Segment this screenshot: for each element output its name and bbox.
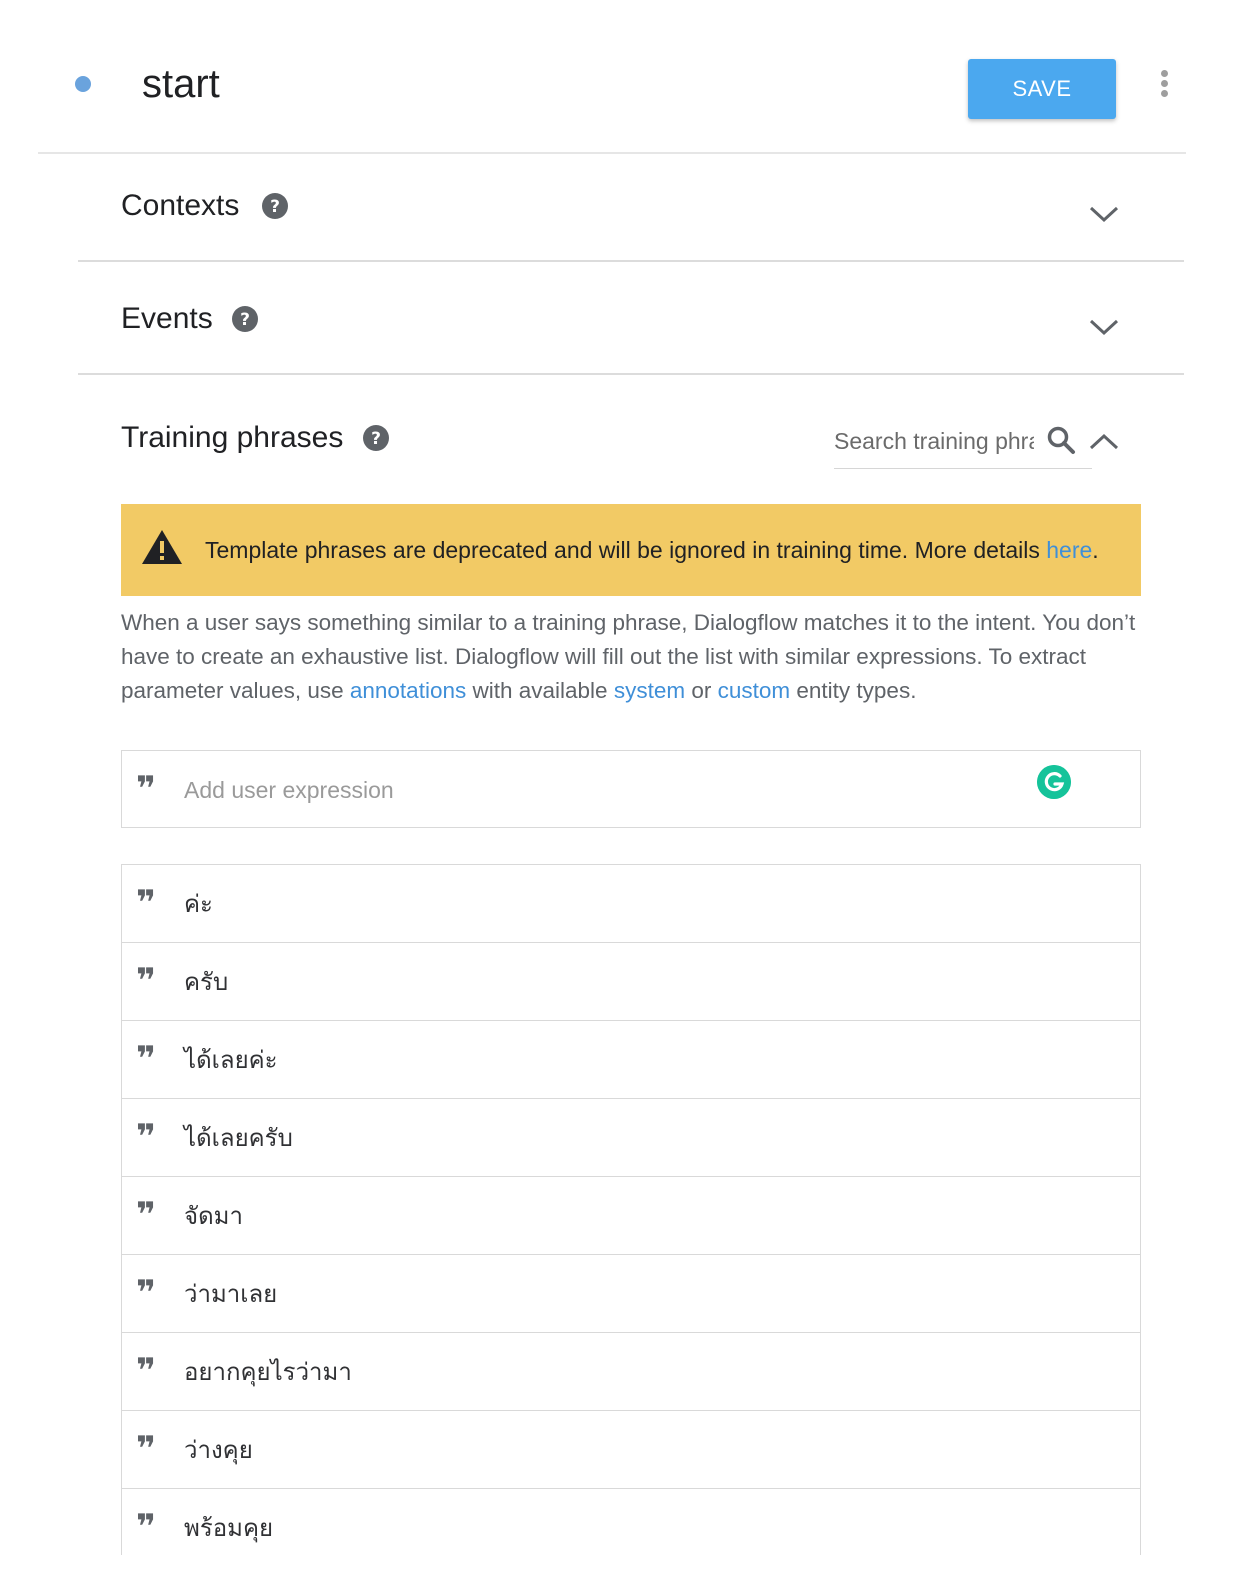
- help-icon[interactable]: ?: [231, 305, 259, 333]
- training-phrase-text[interactable]: ได้เลยค่ะ: [184, 1043, 278, 1077]
- divider: [78, 373, 1184, 375]
- training-phrase-text[interactable]: ได้เลยครับ: [184, 1121, 293, 1155]
- divider: [38, 152, 1186, 154]
- quote-icon: ❞: [136, 961, 156, 1001]
- svg-text:?: ?: [240, 310, 250, 330]
- contexts-section[interactable]: Contexts ?: [78, 186, 1182, 246]
- desc-text: or: [685, 678, 718, 703]
- annotations-link[interactable]: annotations: [350, 678, 466, 703]
- quote-icon: ❞: [136, 1351, 156, 1391]
- training-phrase-row[interactable]: ❞ ค่ะ: [122, 865, 1140, 943]
- training-description: When a user says something similar to a …: [121, 606, 1141, 708]
- svg-text:?: ?: [371, 429, 381, 449]
- quote-icon: ❞: [136, 1039, 156, 1079]
- training-phrase-text[interactable]: ครับ: [184, 965, 228, 999]
- chevron-down-icon[interactable]: [1088, 204, 1120, 224]
- divider: [78, 260, 1184, 262]
- warning-text: Template phrases are deprecated and will…: [205, 534, 1099, 566]
- training-phrase-row[interactable]: ❞ จัดมา: [122, 1177, 1140, 1255]
- training-phrase-row[interactable]: ❞ ว่ามาเลย: [122, 1255, 1140, 1333]
- grammarly-icon[interactable]: [1037, 765, 1071, 799]
- contexts-title: Contexts: [121, 189, 240, 222]
- help-icon[interactable]: ?: [261, 192, 289, 220]
- deprecation-warning: Template phrases are deprecated and will…: [121, 504, 1141, 596]
- more-vert-icon[interactable]: [1158, 70, 1170, 100]
- intent-header: start SAVE: [0, 0, 1244, 152]
- here-link[interactable]: here: [1046, 537, 1092, 563]
- events-title: Events: [121, 302, 213, 335]
- desc-text: with available: [466, 678, 614, 703]
- intent-name[interactable]: start: [142, 58, 220, 110]
- help-icon[interactable]: ?: [362, 424, 390, 452]
- training-phrase-list: ❞ ค่ะ ❞ ครับ ❞ ได้เลยค่ะ ❞ ได้เลยครับ ❞ จัดมา ❞ ว่า…: [121, 864, 1141, 1555]
- training-phrase-text[interactable]: จัดมา: [184, 1199, 243, 1233]
- training-phrase-row[interactable]: ❞ อยากคุยไรว่ามา: [122, 1333, 1140, 1411]
- quote-icon: ❞: [136, 1117, 156, 1157]
- system-link[interactable]: system: [614, 678, 685, 703]
- training-phrase-row[interactable]: ❞ พร้อมคุย: [122, 1489, 1140, 1555]
- warning-icon: [142, 530, 182, 564]
- warning-message: Template phrases are deprecated and will…: [205, 537, 1047, 563]
- training-phrase-row[interactable]: ❞ ได้เลยครับ: [122, 1099, 1140, 1177]
- search-icon[interactable]: [1046, 425, 1076, 455]
- quote-icon: ❞: [136, 769, 156, 809]
- svg-text:?: ?: [270, 197, 280, 217]
- training-phrase-row[interactable]: ❞ ว่างคุย: [122, 1411, 1140, 1489]
- search-input[interactable]: [834, 423, 1034, 459]
- quote-icon: ❞: [136, 1195, 156, 1235]
- training-phrase-row[interactable]: ❞ ครับ: [122, 943, 1140, 1021]
- custom-link[interactable]: custom: [718, 678, 791, 703]
- quote-icon: ❞: [136, 1429, 156, 1469]
- chevron-up-icon[interactable]: [1088, 432, 1120, 452]
- desc-text: entity types.: [790, 678, 917, 703]
- chevron-down-icon[interactable]: [1088, 317, 1120, 337]
- training-phrase-row[interactable]: ❞ ได้เลยค่ะ: [122, 1021, 1140, 1099]
- warning-suffix: .: [1092, 537, 1099, 563]
- training-phrase-text[interactable]: พร้อมคุย: [184, 1511, 273, 1545]
- training-phrases-title: Training phrases: [121, 421, 344, 454]
- quote-icon: ❞: [136, 1273, 156, 1313]
- add-expression-input[interactable]: [184, 771, 984, 809]
- training-phrase-text[interactable]: ค่ะ: [184, 887, 213, 921]
- training-phrase-text[interactable]: อยากคุยไรว่ามา: [184, 1355, 352, 1389]
- quote-icon: ❞: [136, 883, 156, 923]
- add-user-expression[interactable]: ❞: [121, 750, 1141, 828]
- search-training-phrases[interactable]: [834, 417, 1092, 469]
- training-phrase-text[interactable]: ว่ามาเลย: [184, 1277, 277, 1311]
- intent-status-dot: [75, 76, 91, 92]
- save-button[interactable]: SAVE: [968, 59, 1116, 119]
- events-section[interactable]: Events ?: [78, 299, 1182, 359]
- quote-icon: ❞: [136, 1507, 156, 1547]
- training-phrase-text[interactable]: ว่างคุย: [184, 1433, 253, 1467]
